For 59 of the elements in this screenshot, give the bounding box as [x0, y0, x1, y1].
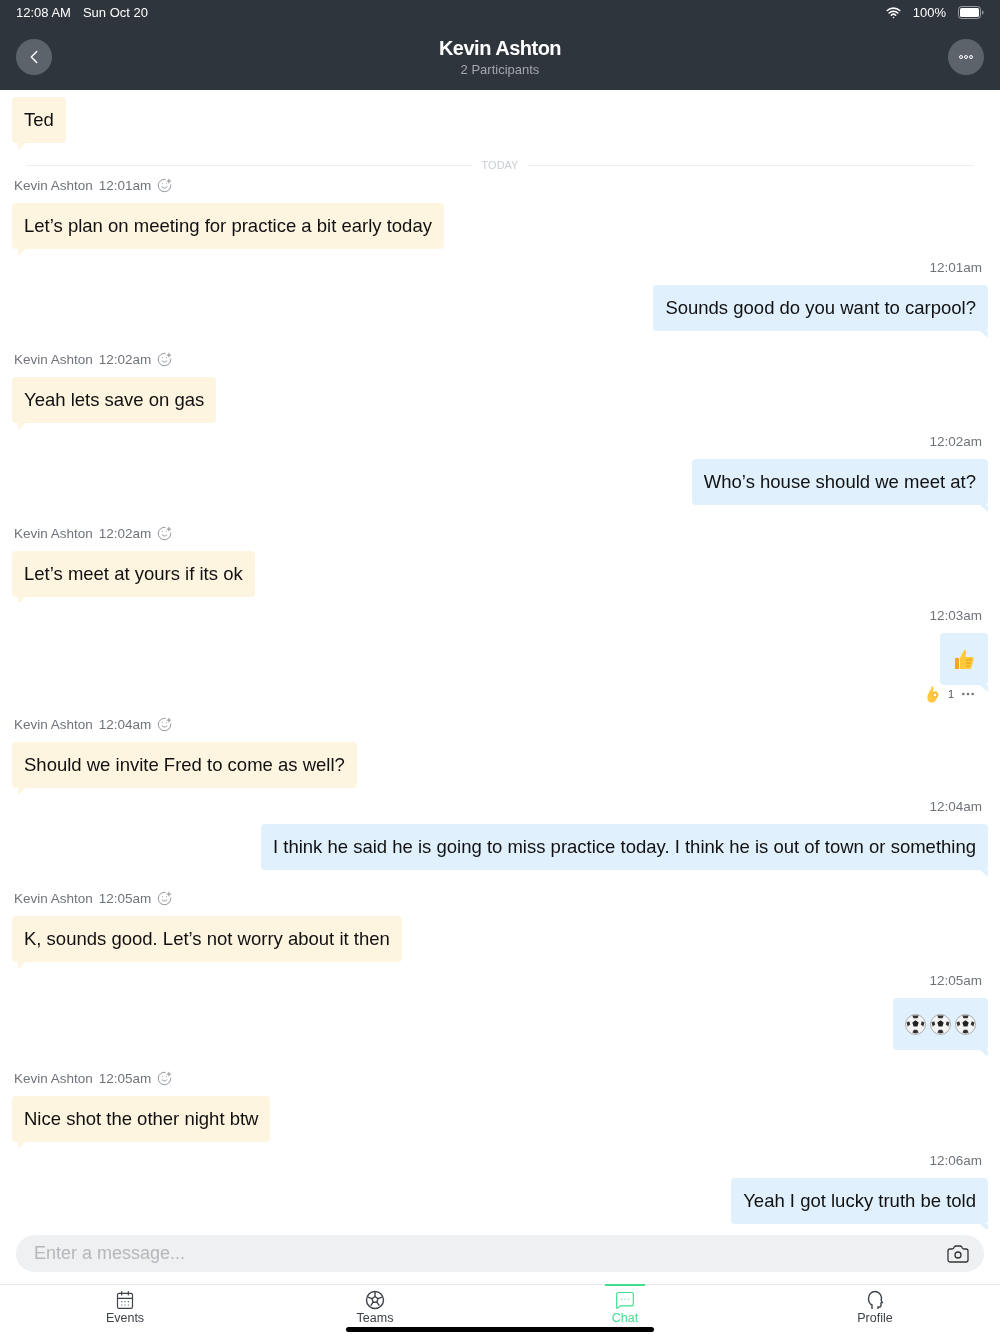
tab-button[interactable]: Teams [250, 1285, 500, 1334]
head-icon [866, 1290, 884, 1310]
message-time: 12:05am [929, 972, 982, 988]
message-time: 12:04am [929, 798, 982, 814]
status-date: Sun Oct 20 [82, 4, 148, 20]
soccer-ball-icon [905, 1013, 926, 1035]
chat-title: Kevin Ashton [438, 37, 562, 60]
message-time: 12:04am [98, 716, 152, 732]
status-time: 12:08 AM [16, 4, 71, 20]
thumbs-up-icon [952, 647, 976, 671]
message-bubble: Should we invite Fred to come as well? [12, 742, 357, 795]
chat-icon [615, 1290, 635, 1310]
message-time: 12:06am [929, 1152, 982, 1168]
message-bubble: Yeah lets save on gas [12, 377, 217, 430]
sender-name: Kevin Ashton [14, 177, 93, 193]
soccer-ball-icon [365, 1290, 385, 1310]
more-icon [959, 55, 973, 59]
tab-button[interactable]: Events [0, 1285, 250, 1334]
message-time: 12:01am [929, 259, 982, 275]
message-bubble: I think he said he is going to miss practice today. I think he is out of town or something [260, 824, 988, 877]
add-reaction-icon[interactable] [157, 890, 173, 906]
battery-icon [958, 5, 984, 19]
message-bubble: K, sounds good. Let’s not worry about it then [12, 916, 402, 969]
message-time: 12:02am [98, 525, 152, 541]
message-bubble: Ted [12, 97, 66, 150]
message-bubble: Who’s house should we meet at? [691, 459, 988, 512]
reaction-count: 1 [947, 688, 954, 700]
message-time: 12:02am [929, 433, 982, 449]
add-reaction-icon[interactable] [157, 351, 173, 367]
sender-name: Kevin Ashton [14, 1070, 93, 1086]
message-time: 12:05am [98, 890, 152, 906]
sender-name: Kevin Ashton [14, 716, 93, 732]
message-time: 12:02am [98, 351, 152, 367]
message-time: 12:05am [98, 1070, 152, 1086]
message-bubble: Nice shot the other night btw [12, 1096, 271, 1149]
soccer-ball-icon [955, 1013, 976, 1035]
battery-level: 100% [912, 4, 946, 20]
message-time: 12:03am [929, 607, 982, 623]
sender-name: Kevin Ashton [14, 890, 93, 906]
participants-count: 2 Participants [460, 62, 540, 77]
sender-name: Kevin Ashton [14, 525, 93, 541]
more-button[interactable] [948, 39, 984, 75]
wifi-icon [885, 4, 901, 20]
message-time: 12:01am [98, 177, 152, 193]
message-bubble: Sounds good do you want to carpool? [653, 285, 988, 338]
add-reaction-icon[interactable] [157, 1070, 173, 1086]
message-bubble: Let’s plan on meeting for practice a bit early today [12, 203, 444, 256]
message-bubble: Let’s meet at yours if its ok [12, 551, 255, 604]
back-button[interactable] [16, 39, 52, 75]
add-reaction-icon[interactable] [157, 525, 173, 541]
tab-button[interactable]: Profile [750, 1285, 1000, 1334]
add-reaction-icon[interactable] [157, 177, 173, 193]
bubble-tail [980, 685, 988, 692]
soccer-ball-icon [930, 1013, 951, 1035]
sender-name: Kevin Ashton [14, 351, 93, 367]
add-reaction-icon[interactable] [157, 716, 173, 732]
message-bubble: Yeah I got lucky truth be told [731, 1178, 988, 1229]
calendar-icon [115, 1290, 135, 1310]
bubble-tail [980, 1050, 988, 1057]
